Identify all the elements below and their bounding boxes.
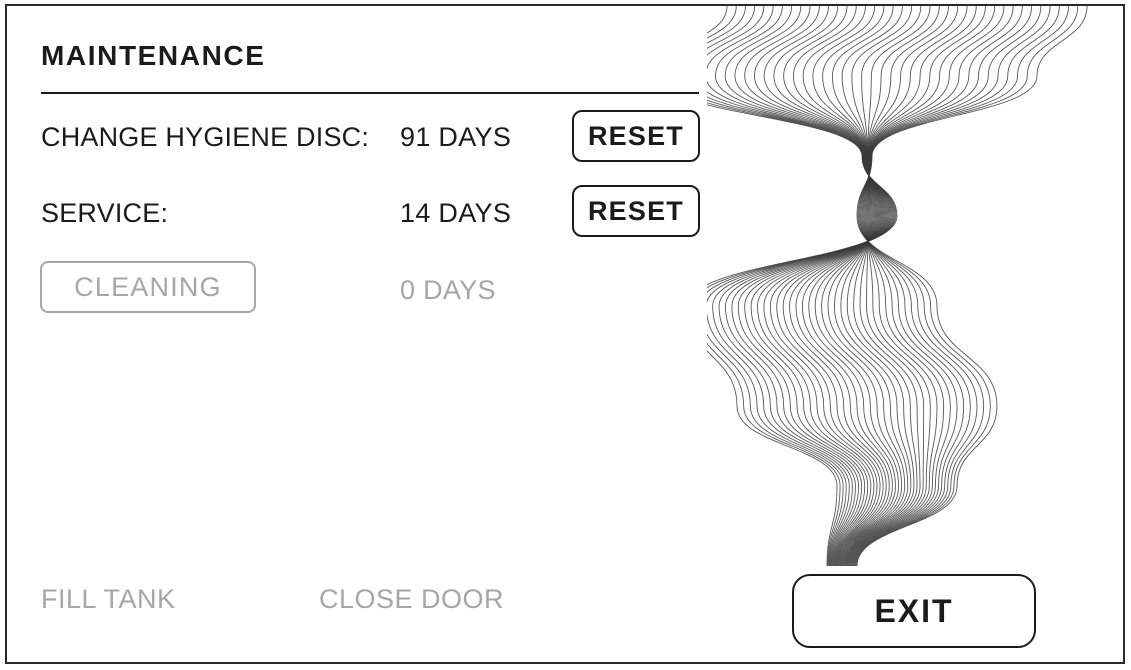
close-door-status: CLOSE DOOR	[319, 584, 505, 614]
exit-button[interactable]: EXIT	[792, 574, 1036, 648]
service-days: 14 DAYS	[400, 198, 512, 228]
wave-line	[707, 6, 898, 566]
maintenance-screen: MAINTENANCE CHANGE HYGIENE DISC: 91 DAYS…	[5, 4, 1125, 664]
wave-line	[845, 6, 959, 566]
wave-line	[707, 6, 894, 566]
cleaning-button[interactable]: CLEANING	[40, 261, 256, 313]
title-divider	[41, 92, 699, 94]
hygiene-disc-label: CHANGE HYGIENE DISC:	[41, 122, 370, 152]
reset-service-button[interactable]: RESET	[572, 185, 700, 237]
wave-line	[782, 6, 884, 566]
hygiene-disc-days: 91 DAYS	[400, 122, 512, 152]
page-title: MAINTENANCE	[41, 40, 266, 71]
service-label: SERVICE:	[41, 198, 169, 228]
wave-line	[856, 6, 1088, 566]
wave-line	[855, 6, 1069, 566]
reset-hygiene-disc-button[interactable]: RESET	[572, 110, 700, 162]
wave-line	[734, 6, 890, 566]
wave-line	[852, 6, 1042, 566]
cleaning-days: 0 DAYS	[400, 275, 496, 305]
wave-line	[707, 6, 895, 566]
wave-line	[814, 6, 913, 566]
wave-lines-graphic	[707, 6, 1088, 566]
wave-line	[850, 6, 1014, 566]
fill-tank-status: FILL TANK	[41, 584, 176, 614]
